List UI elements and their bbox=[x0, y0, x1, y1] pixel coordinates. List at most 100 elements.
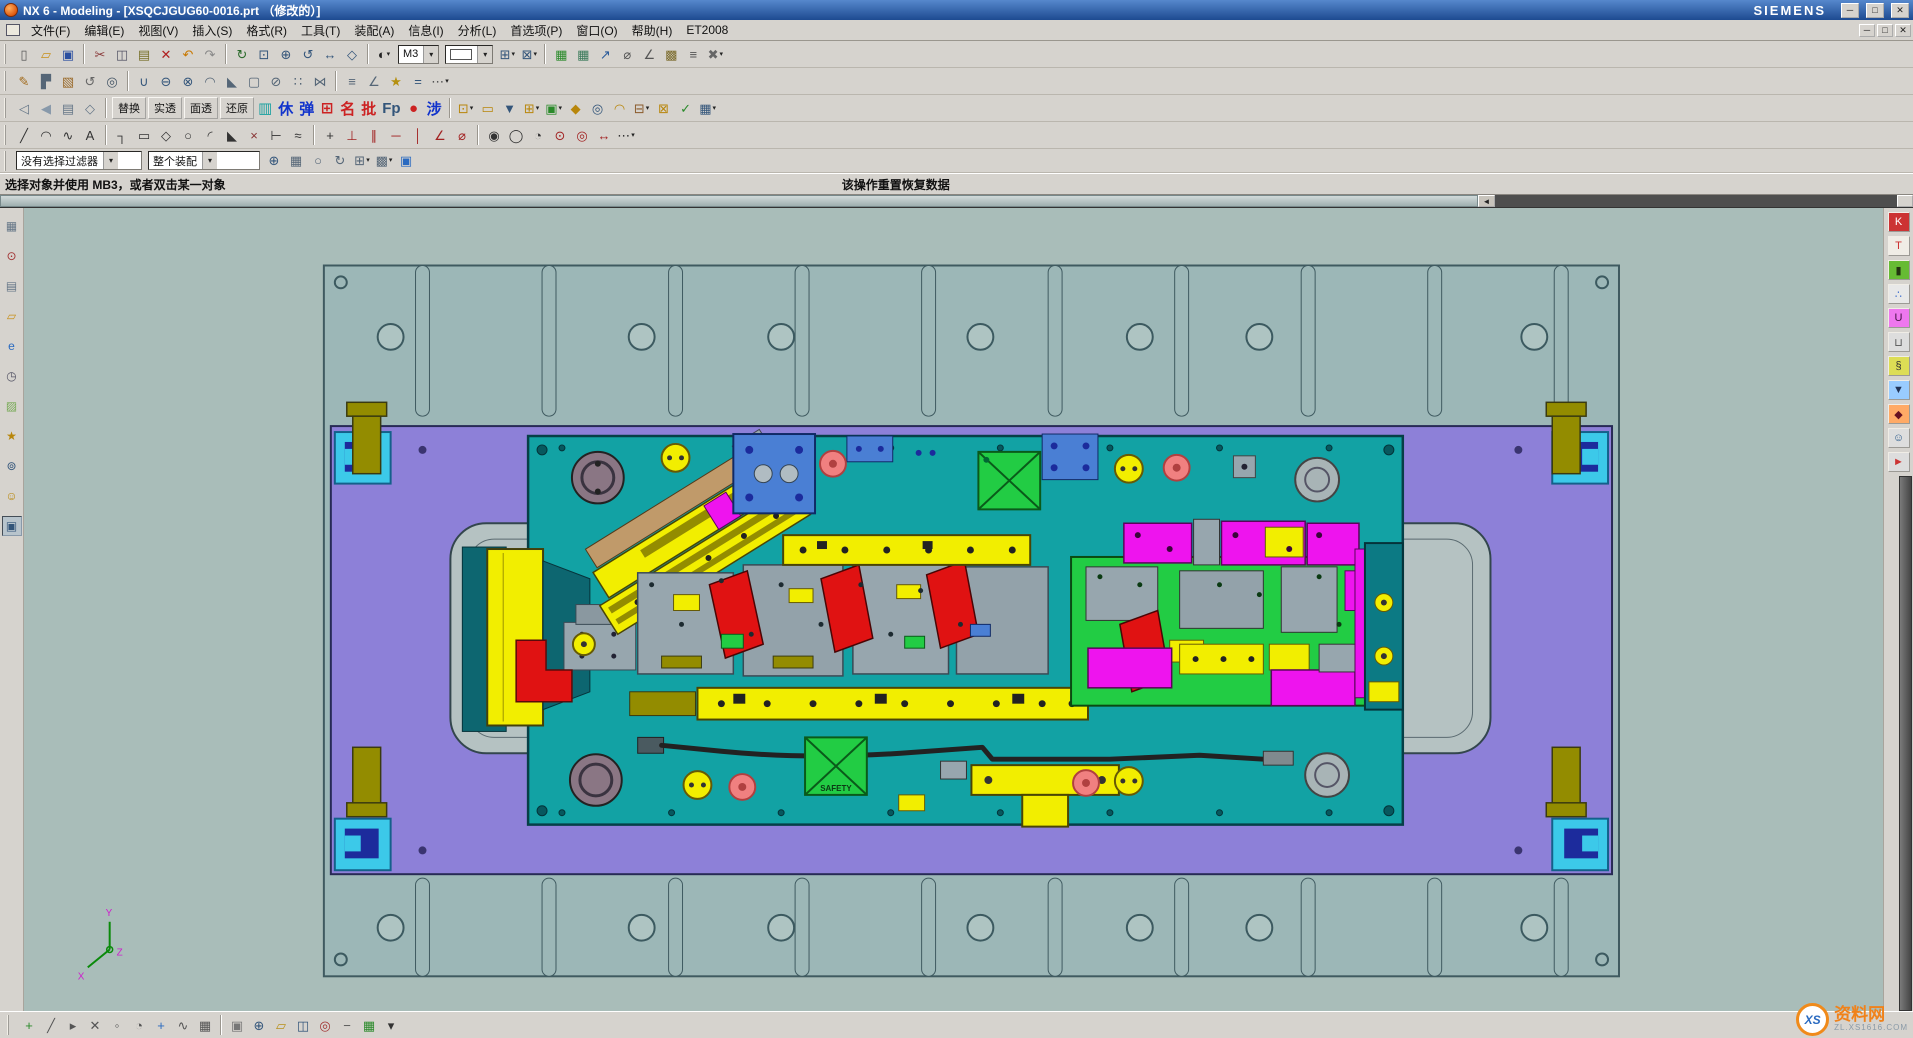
move-object-icon[interactable]: ↗ bbox=[594, 43, 616, 65]
circle-icon[interactable]: ○ bbox=[177, 124, 199, 146]
zoom-icon[interactable]: ⊕ bbox=[275, 43, 297, 65]
wcs-icon[interactable]: ⊞▾ bbox=[351, 150, 373, 172]
clamp-icon[interactable]: ⊔ bbox=[1888, 332, 1910, 352]
concentric-icon[interactable]: ◎ bbox=[571, 124, 593, 146]
selection-filter-combo[interactable]: 没有选择过滤器 ▾ bbox=[16, 151, 142, 170]
snap-view-icon[interactable]: ⊠▾ bbox=[518, 43, 540, 65]
strip-layout-icon[interactable]: ▭ bbox=[477, 97, 499, 119]
chevron-down-icon[interactable]: ▾ bbox=[631, 132, 635, 139]
tool-validation-icon[interactable]: ✓ bbox=[675, 97, 697, 119]
conic-icon[interactable]: ◔ bbox=[527, 124, 549, 146]
toolbar-grip[interactable] bbox=[4, 125, 9, 145]
grid-snap-icon[interactable]: ▩▾ bbox=[373, 150, 395, 172]
chevron-down-icon[interactable]: ▾ bbox=[536, 105, 540, 112]
punch-icon[interactable]: ▼ bbox=[1888, 380, 1910, 400]
options-icon[interactable]: ▾ bbox=[380, 1014, 402, 1036]
view-manager-icon[interactable]: ▦▾ bbox=[697, 97, 719, 119]
menu-item[interactable]: 工具(T) bbox=[294, 20, 347, 41]
delete-icon[interactable]: ✕ bbox=[155, 43, 177, 65]
die-engineering-icon[interactable]: ⊡▾ bbox=[455, 97, 477, 119]
cut-icon[interactable]: ✂ bbox=[89, 43, 111, 65]
copy-icon[interactable]: ◫ bbox=[111, 43, 133, 65]
chevron-down-icon[interactable]: ▾ bbox=[366, 157, 370, 164]
chevron-down-icon[interactable]: ▾ bbox=[389, 157, 393, 164]
template-icon[interactable]: T bbox=[1888, 236, 1910, 256]
toolbar-grip[interactable] bbox=[4, 44, 9, 64]
wcs-rotate-icon[interactable]: ↻ bbox=[329, 150, 351, 172]
chevron-down-icon[interactable]: ▾ bbox=[470, 105, 474, 112]
shell-icon[interactable]: ▢ bbox=[243, 70, 265, 92]
forming-tool-icon[interactable]: ⊟▾ bbox=[631, 97, 653, 119]
chevron-down-icon[interactable]: ▾ bbox=[558, 105, 562, 112]
component-icon[interactable]: ▱ bbox=[270, 1014, 292, 1036]
draft-icon[interactable]: ∠ bbox=[363, 70, 385, 92]
chevron-down-icon[interactable]: ▾ bbox=[646, 105, 650, 112]
chevron-down-icon[interactable]: ▾ bbox=[533, 51, 537, 58]
shaded-view-icon[interactable]: ◐▾ bbox=[373, 43, 395, 65]
she-button[interactable]: 涉 bbox=[424, 98, 445, 119]
ref-point-icon[interactable]: ◉ bbox=[483, 124, 505, 146]
chamfer-curve-icon[interactable]: ◣ bbox=[221, 124, 243, 146]
end-point-icon[interactable]: ╱ bbox=[40, 1014, 62, 1036]
chevron-down-icon[interactable]: ▾ bbox=[719, 51, 723, 58]
hscroll-thumb[interactable] bbox=[0, 195, 1478, 207]
quadrant-point-icon[interactable]: ◔ bbox=[128, 1014, 150, 1036]
existing-point-icon[interactable]: + bbox=[150, 1014, 172, 1036]
mid-point-icon[interactable]: ▸ bbox=[62, 1014, 84, 1036]
sketch-icon[interactable]: ✎ bbox=[13, 70, 35, 92]
profile-icon[interactable]: ┐ bbox=[111, 124, 133, 146]
menu-item[interactable]: 首选项(P) bbox=[503, 20, 569, 41]
pin-icon[interactable]: ◎ bbox=[314, 1014, 336, 1036]
piercing-insert-icon[interactable]: ◎ bbox=[587, 97, 609, 119]
more-curves-icon[interactable]: ⋯▾ bbox=[615, 124, 637, 146]
scene-icon[interactable]: ▩ bbox=[660, 43, 682, 65]
measure-icon[interactable]: ⌀ bbox=[616, 43, 638, 65]
point-icon[interactable]: + bbox=[319, 124, 341, 146]
columns-icon[interactable]: ▥ bbox=[255, 99, 275, 117]
unite-icon[interactable]: ∪ bbox=[133, 70, 155, 92]
bending-insert-icon[interactable]: ◠ bbox=[609, 97, 631, 119]
process-studio-icon[interactable]: ★ bbox=[2, 426, 22, 446]
doc-minimize-button[interactable]: ─ bbox=[1859, 24, 1875, 37]
document-menu-icon[interactable] bbox=[6, 24, 20, 36]
menu-item[interactable]: 窗口(O) bbox=[569, 20, 624, 41]
target-point-icon[interactable]: ⊙ bbox=[549, 124, 571, 146]
point-on-face-icon[interactable]: ▦ bbox=[194, 1014, 216, 1036]
menu-item[interactable]: ET2008 bbox=[679, 21, 735, 39]
trim-strip-icon[interactable]: ⊠ bbox=[653, 97, 675, 119]
open-icon[interactable]: ▱ bbox=[35, 43, 57, 65]
fp-button[interactable]: Fp bbox=[379, 100, 403, 117]
grid-icon[interactable]: ▦ bbox=[358, 1014, 380, 1036]
menu-item[interactable]: 视图(V) bbox=[131, 20, 185, 41]
magnet-icon[interactable]: U bbox=[1888, 308, 1910, 328]
insert-group-icon[interactable]: ⊞▾ bbox=[521, 97, 543, 119]
toolbar-grip[interactable] bbox=[4, 98, 9, 118]
rotate-view-icon[interactable]: ↺ bbox=[297, 43, 319, 65]
fit-view-icon[interactable]: ⊡ bbox=[253, 43, 275, 65]
punch-design-icon[interactable]: ▼ bbox=[499, 97, 521, 119]
doc-close-button[interactable]: ✕ bbox=[1895, 24, 1911, 37]
selection-scope-combo[interactable]: 整个装配 ▾ bbox=[148, 151, 260, 170]
battery-icon[interactable]: ▮ bbox=[1888, 260, 1910, 280]
trim-body-icon[interactable]: ⊘ bbox=[265, 70, 287, 92]
chevron-down-icon[interactable]: ▾ bbox=[202, 152, 217, 169]
polygon-icon[interactable]: ◇ bbox=[155, 124, 177, 146]
render-style-combo[interactable]: M3▾ bbox=[398, 45, 439, 64]
menu-item[interactable]: 帮助(H) bbox=[625, 20, 680, 41]
blend-icon[interactable]: ◠ bbox=[199, 70, 221, 92]
extrude-icon[interactable]: ▧ bbox=[57, 70, 79, 92]
offset-icon[interactable]: ≡ bbox=[341, 70, 363, 92]
dim-linear-icon[interactable]: ↔ bbox=[593, 124, 615, 146]
vertical-icon[interactable]: │ bbox=[407, 124, 429, 146]
snap-point-icon[interactable]: ⊕ bbox=[263, 150, 285, 172]
chevron-down-icon[interactable]: ▾ bbox=[445, 78, 449, 85]
xiu-button[interactable]: 休 bbox=[275, 98, 296, 119]
plot-icon[interactable]: ∴ bbox=[1888, 284, 1910, 304]
close-part-icon[interactable]: ✖▾ bbox=[704, 43, 726, 65]
team-icon[interactable]: ☺ bbox=[1888, 428, 1910, 448]
preferences-icon[interactable]: ≡ bbox=[682, 43, 704, 65]
tan-button[interactable]: 弹 bbox=[296, 98, 317, 119]
chevron-down-icon[interactable]: ▾ bbox=[103, 152, 118, 169]
intersection-point-icon[interactable]: ✕ bbox=[84, 1014, 106, 1036]
vertical-scrollbar[interactable] bbox=[1899, 476, 1912, 1011]
